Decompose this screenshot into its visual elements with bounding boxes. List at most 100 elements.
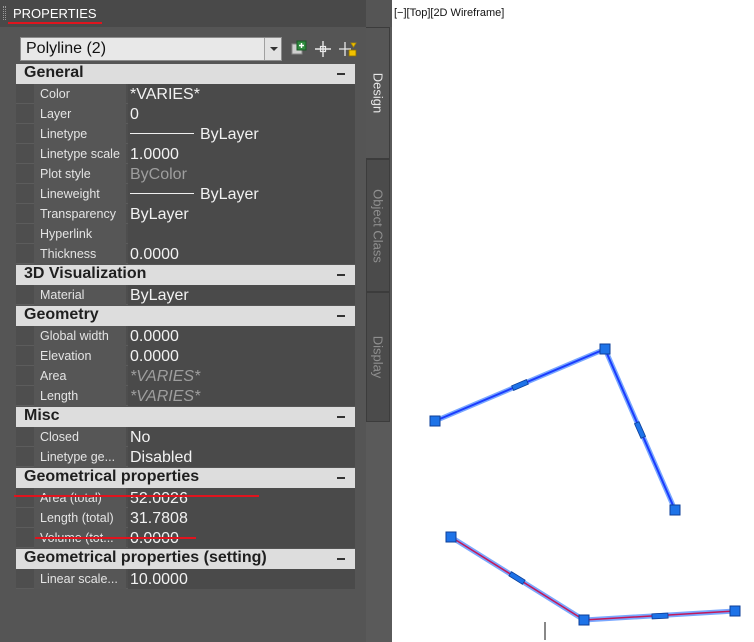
linetype-preview-icon	[130, 132, 194, 134]
property-row[interactable]: Plot style ByColor	[16, 164, 355, 184]
property-row[interactable]: Thickness 0.0000	[16, 244, 355, 264]
property-label: Linear scale...	[34, 569, 126, 589]
property-value[interactable]	[128, 224, 355, 244]
tab-design[interactable]: Design	[366, 27, 390, 159]
vertex-grip[interactable]	[578, 614, 590, 626]
section-header[interactable]: Misc	[16, 407, 355, 427]
vertex-grip[interactable]	[729, 605, 741, 617]
section-header[interactable]: Geometry	[16, 306, 355, 326]
midpoint-grip[interactable]	[651, 612, 669, 620]
section-title: Geometry	[24, 306, 99, 323]
property-value[interactable]: ByLayer	[128, 124, 355, 144]
property-value[interactable]: *VARIES*	[128, 386, 355, 406]
property-row[interactable]: Length *VARIES*	[16, 386, 355, 406]
section-title: Geometrical properties (setting)	[24, 549, 267, 566]
property-row[interactable]: Layer 0	[16, 104, 355, 124]
property-row[interactable]: Length (total) 31.7808	[16, 508, 355, 528]
property-row[interactable]: Hyperlink	[16, 224, 355, 244]
palette-grip-handle[interactable]	[3, 6, 6, 20]
collapse-icon[interactable]	[337, 477, 345, 479]
property-value[interactable]: *VARIES*	[128, 366, 355, 386]
vertex-grip[interactable]	[445, 531, 457, 543]
property-row[interactable]: Area (total) 52.0026	[16, 488, 355, 508]
section-title: General	[24, 64, 84, 81]
vertex-grip[interactable]	[599, 343, 611, 355]
section-title: 3D Visualization	[24, 265, 147, 282]
property-label: Lineweight	[34, 184, 126, 204]
quick-select-icon[interactable]	[337, 38, 359, 60]
property-value[interactable]: 0.0000	[128, 326, 355, 346]
object-type-dropdown[interactable]: Polyline (2)	[20, 37, 282, 61]
linetype-preview-icon	[130, 192, 194, 194]
chevron-down-icon[interactable]	[264, 38, 281, 60]
property-value[interactable]: ByColor	[128, 164, 355, 184]
collapse-icon[interactable]	[337, 73, 345, 75]
vertex-grip[interactable]	[429, 415, 441, 427]
toggle-pickadd-icon[interactable]	[288, 38, 310, 60]
section-header[interactable]: Geometrical properties (setting)	[16, 549, 355, 569]
drawing-viewport[interactable]: [−][Top][2D Wireframe]	[392, 0, 754, 642]
property-label: Linetype	[34, 124, 126, 144]
property-value[interactable]: 1.0000	[128, 144, 355, 164]
property-label: Hyperlink	[34, 224, 126, 244]
property-label: Linetype scale	[34, 144, 126, 164]
property-value[interactable]: ByLayer	[128, 204, 355, 224]
annotation-underline-title	[8, 22, 102, 24]
collapse-icon[interactable]	[337, 315, 345, 317]
tab-display[interactable]: Display	[366, 292, 390, 422]
property-grid: General Color *VARIES* Layer 0 Linetype ByLaye…	[16, 63, 355, 589]
vertex-grip[interactable]	[669, 504, 681, 516]
property-row[interactable]: Lineweight ByLayer	[16, 184, 355, 204]
property-row[interactable]: Linear scale... 10.0000	[16, 569, 355, 589]
property-value[interactable]: *VARIES*	[128, 84, 355, 104]
select-objects-icon[interactable]	[312, 38, 334, 60]
property-label: Plot style	[34, 164, 126, 184]
property-value[interactable]: 0.0000	[128, 244, 355, 264]
property-row[interactable]: Color *VARIES*	[16, 84, 355, 104]
property-row[interactable]: Transparency ByLayer	[16, 204, 355, 224]
property-row[interactable]: Elevation 0.0000	[16, 346, 355, 366]
section-header[interactable]: Geometrical properties	[16, 468, 355, 488]
tab-design-label: Design	[370, 72, 385, 114]
property-row[interactable]: Global width 0.0000	[16, 326, 355, 346]
section-title: Misc	[24, 407, 60, 424]
midpoint-grip[interactable]	[633, 421, 647, 439]
tab-object-class[interactable]: Object Class	[366, 159, 390, 292]
property-label: Material	[34, 285, 126, 305]
tab-object-class-label: Object Class	[370, 188, 386, 263]
property-row[interactable]: Linetype ByLayer	[16, 124, 355, 144]
property-value[interactable]: ByLayer	[128, 285, 355, 305]
property-value[interactable]: 10.0000	[128, 569, 355, 589]
property-row[interactable]: Linetype ge... Disabled	[16, 447, 355, 467]
property-value[interactable]: 0.0000	[128, 346, 355, 366]
collapse-icon[interactable]	[337, 416, 345, 418]
property-value[interactable]: 52.0026	[128, 488, 355, 508]
property-row[interactable]: Linetype scale 1.0000	[16, 144, 355, 164]
property-value[interactable]: 0	[128, 104, 355, 124]
section-title: Geometrical properties	[24, 468, 200, 485]
polyline-2[interactable]	[450, 536, 736, 621]
property-value[interactable]: Disabled	[128, 447, 355, 467]
property-label: Length	[34, 386, 126, 406]
property-label: Transparency	[34, 204, 126, 224]
collapse-icon[interactable]	[337, 558, 345, 560]
midpoint-grip[interactable]	[508, 571, 526, 585]
drawing-canvas[interactable]	[392, 0, 754, 642]
palette-title: PROPERTIES	[13, 6, 97, 21]
property-row[interactable]: Material ByLayer	[16, 285, 355, 305]
property-value[interactable]: 31.7808	[128, 508, 355, 528]
property-label: Area (total)	[34, 488, 126, 508]
property-row[interactable]: Closed No	[16, 427, 355, 447]
property-row[interactable]: Area *VARIES*	[16, 366, 355, 386]
properties-palette: PROPERTIES Polyline (2) General Color *VAR…	[0, 0, 392, 642]
property-value[interactable]: No	[128, 427, 355, 447]
collapse-icon[interactable]	[337, 274, 345, 276]
section-header[interactable]: 3D Visualization	[16, 265, 355, 285]
property-value-text: ByLayer	[200, 126, 259, 143]
tab-display-label: Display	[370, 335, 386, 379]
midpoint-grip[interactable]	[511, 379, 529, 391]
property-value[interactable]: ByLayer	[128, 184, 355, 204]
property-label: Length (total)	[34, 508, 126, 528]
section-header[interactable]: General	[16, 64, 355, 84]
property-label: Layer	[34, 104, 126, 124]
